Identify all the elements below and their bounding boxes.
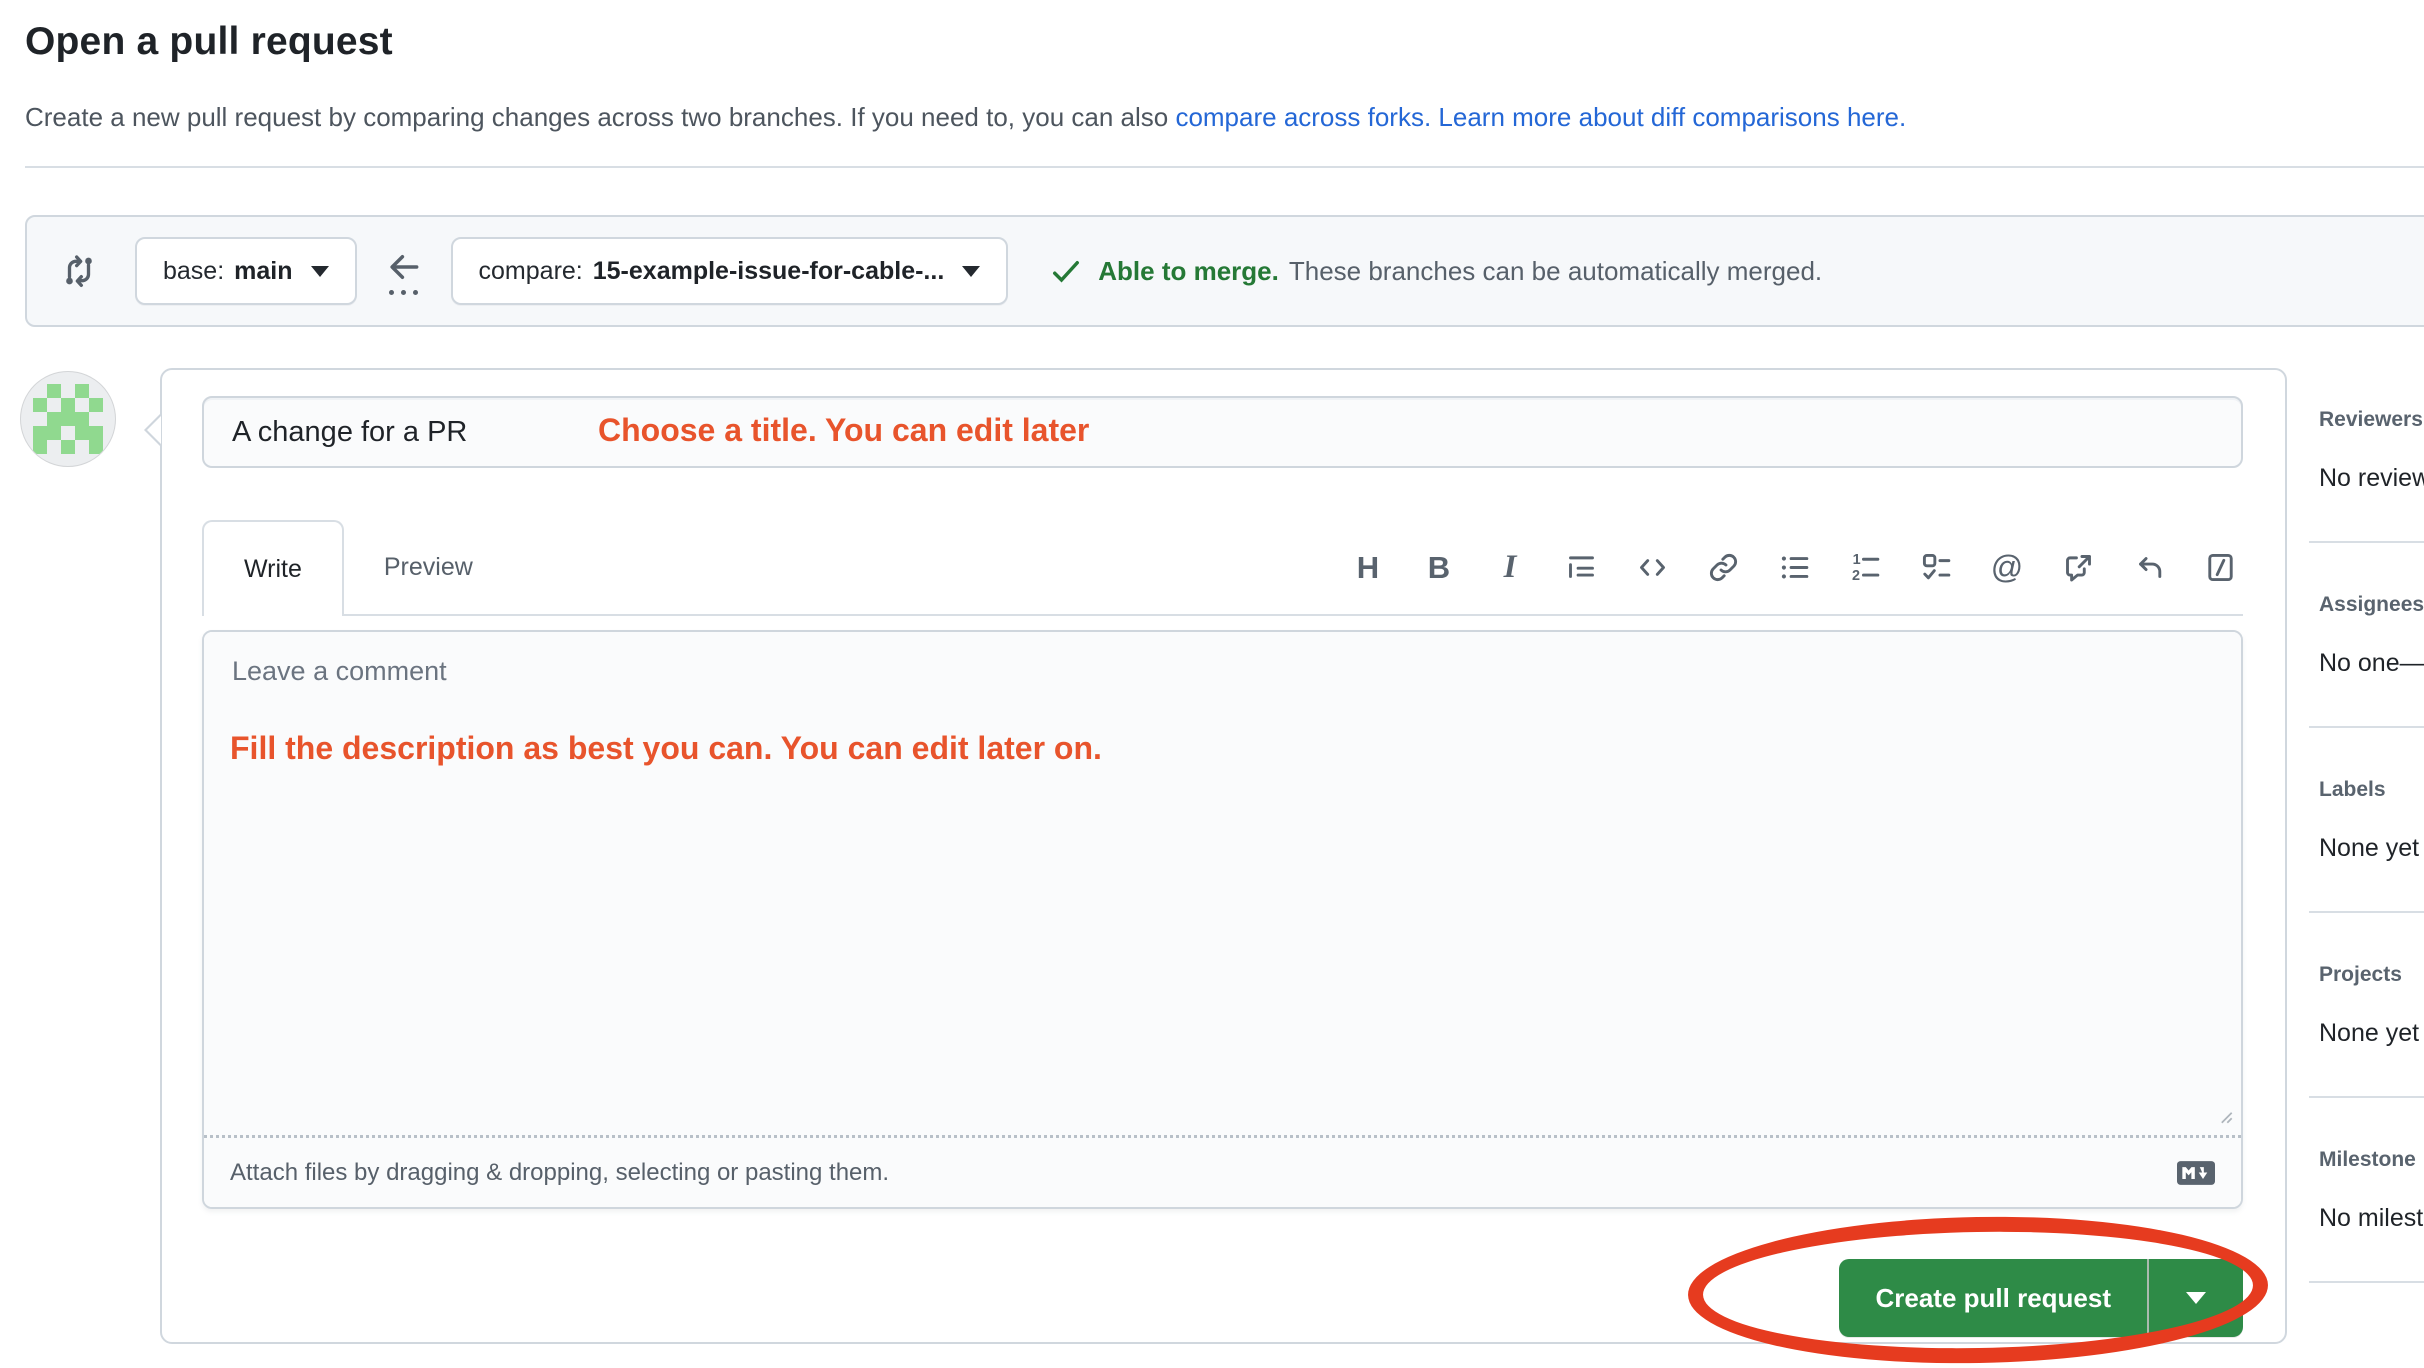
list-ordered-icon[interactable]: 12 — [1848, 550, 1882, 584]
dropdown-caret-icon — [962, 266, 980, 277]
editor-tabs-row: Write Preview H B I 12 @ — [202, 520, 2243, 616]
sidebar-divider — [2309, 911, 2424, 913]
pr-sidebar: Reviewers No reviews Assignees No one—as… — [2319, 408, 2424, 1333]
attach-hint-text: Attach files by dragging & dropping, sel… — [230, 1159, 889, 1187]
create-pr-dropdown-button[interactable] — [2149, 1259, 2243, 1337]
reply-icon[interactable] — [2132, 550, 2166, 584]
sidebar-section-reviewers[interactable]: Reviewers No reviews — [2319, 408, 2424, 493]
page-subtitle: Create a new pull request by comparing c… — [25, 102, 1906, 133]
identicon-image — [33, 384, 103, 454]
slash-commands-icon[interactable] — [2203, 550, 2237, 584]
comment-box: Fill the description as best you can. Yo… — [202, 630, 2243, 1209]
sidebar-section-milestone[interactable]: Milestone No milestone — [2319, 1148, 2424, 1233]
merge-status: Able to merge. These branches can be aut… — [1048, 253, 1822, 289]
cross-reference-icon[interactable] — [2061, 550, 2095, 584]
sidebar-divider — [2309, 541, 2424, 543]
tasklist-icon[interactable] — [1919, 550, 1953, 584]
caret-down-icon — [2186, 1292, 2206, 1304]
markdown-supported-icon[interactable] — [2177, 1161, 2215, 1185]
header-divider — [25, 166, 2424, 168]
svg-text:1: 1 — [1852, 552, 1860, 568]
form-actions: Create pull request — [202, 1259, 2243, 1337]
sidebar-divider — [2309, 726, 2424, 728]
compare-direction-indicator — [385, 248, 423, 295]
create-pr-split-button: Create pull request — [1839, 1259, 2243, 1337]
learn-more-diff-link[interactable]: Learn more about diff comparisons here. — [1438, 102, 1906, 132]
tab-write[interactable]: Write — [202, 520, 344, 616]
check-icon — [1048, 253, 1084, 289]
base-branch-selector[interactable]: base: main — [135, 237, 357, 305]
title-input-wrap: Choose a title. You can edit later — [202, 396, 2243, 468]
code-icon[interactable] — [1635, 550, 1669, 584]
sidebar-divider — [2309, 1281, 2424, 1283]
heading-icon[interactable]: H — [1351, 550, 1385, 584]
italic-icon[interactable]: I — [1493, 550, 1527, 584]
bold-icon[interactable]: B — [1422, 550, 1456, 584]
svg-text:2: 2 — [1852, 568, 1860, 584]
sidebar-section-labels[interactable]: Labels None yet — [2319, 778, 2424, 863]
sidebar-section-assignees[interactable]: Assignees No one—assign yourself — [2319, 593, 2424, 678]
git-compare-icon — [59, 251, 99, 291]
sidebar-section-projects[interactable]: Projects None yet — [2319, 963, 2424, 1048]
open-pull-request-page: Open a pull request Create a new pull re… — [0, 0, 2424, 1368]
compare-branch-name: 15-example-issue-for-cable-... — [593, 257, 945, 286]
comment-area: Fill the description as best you can. Yo… — [204, 632, 2241, 1135]
merge-status-bold: Able to merge. — [1098, 256, 1279, 287]
create-pull-request-button[interactable]: Create pull request — [1839, 1259, 2147, 1337]
arrow-left-icon — [385, 248, 423, 286]
page-title: Open a pull request — [25, 20, 393, 64]
comment-textarea[interactable] — [204, 632, 2241, 1135]
base-label: base: — [163, 257, 224, 286]
sidebar-divider — [2309, 1096, 2424, 1098]
mention-icon[interactable]: @ — [1990, 550, 2024, 584]
merge-status-detail: These branches can be automatically merg… — [1289, 256, 1822, 287]
list-unordered-icon[interactable] — [1777, 550, 1811, 584]
base-branch-name: main — [234, 257, 292, 286]
compare-across-forks-link[interactable]: compare across forks. — [1175, 102, 1431, 132]
ellipsis-dots-icon — [389, 290, 418, 295]
link-icon[interactable] — [1706, 550, 1740, 584]
quote-icon[interactable] — [1564, 550, 1598, 584]
compare-branch-selector[interactable]: compare: 15-example-issue-for-cable-... — [451, 237, 1009, 305]
user-avatar — [20, 371, 116, 467]
pull-request-form: Choose a title. You can edit later Write… — [160, 368, 2287, 1344]
pr-title-input[interactable] — [202, 396, 2243, 468]
dropdown-caret-icon — [311, 266, 329, 277]
subtitle-text: Create a new pull request by comparing c… — [25, 102, 1175, 132]
branch-selection-bar: base: main compare: 15-example-issue-for… — [25, 215, 2424, 327]
attach-files-footer[interactable]: Attach files by dragging & dropping, sel… — [204, 1135, 2241, 1207]
tab-preview[interactable]: Preview — [344, 520, 513, 614]
markdown-toolbar: H B I 12 @ — [1351, 520, 2243, 614]
compare-label: compare: — [479, 257, 583, 286]
